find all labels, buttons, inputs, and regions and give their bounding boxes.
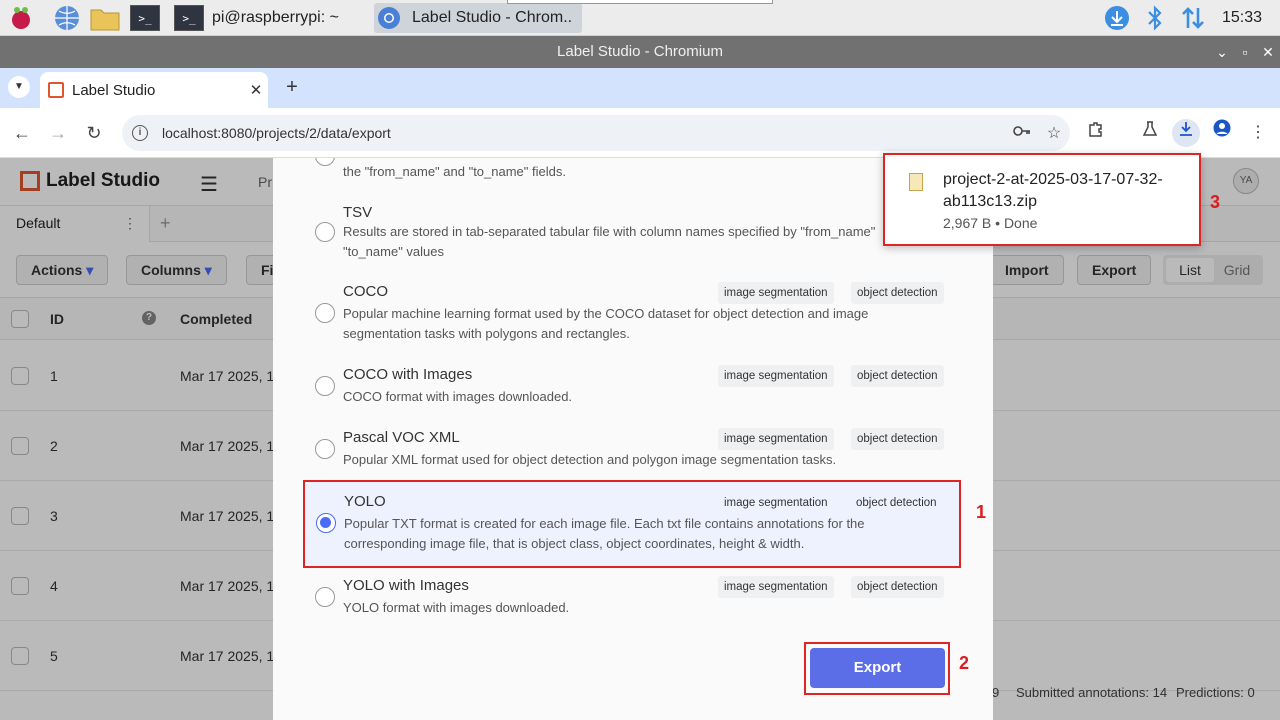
terminal-icon: >_	[130, 5, 160, 31]
format-radio[interactable]	[315, 303, 335, 323]
clock: 15:33	[1221, 9, 1262, 26]
download-bubble: project-2-at-2025-03-17-07-32-ab113c13.z…	[883, 153, 1201, 246]
taskbar-chromium-window[interactable]: Label Studio - Chrom..	[374, 3, 583, 33]
tag-object-detection: object detection	[856, 497, 937, 509]
download-status: 2,967 B • Done	[943, 215, 1038, 231]
taskbar-terminal-window[interactable]: >_ pi@raspberrypi: ~	[174, 3, 339, 33]
format-description: Popular machine learning format used by …	[343, 306, 869, 341]
url-text[interactable]: localhost:8080/projects/2/data/export	[162, 125, 1006, 141]
format-description: YOLO format with images downloaded.	[343, 600, 570, 615]
format-title: COCO	[343, 283, 388, 300]
annotation-marker-2: 2	[959, 653, 970, 673]
bookmark-star-icon[interactable]: ☆	[1038, 123, 1070, 143]
close-window-icon[interactable]: ✕	[1257, 36, 1279, 68]
browser-menu-icon[interactable]: ⋮	[1244, 119, 1272, 147]
tab-search-chevron-icon[interactable]: ▼	[8, 76, 30, 98]
zip-file-icon	[909, 173, 923, 191]
format-title: COCO with Images	[343, 366, 473, 383]
taskbar-terminal-label: pi@raspberrypi: ~	[212, 9, 339, 26]
tag-object-detection: object detection	[851, 428, 944, 450]
format-description: Results are stored in tab-separated tabu…	[343, 224, 876, 259]
back-arrow-icon[interactable]: ←	[10, 121, 34, 145]
tab-strip: ▼ Label Studio ✕ +	[0, 68, 1280, 108]
format-description: Popular XML format used for object detec…	[343, 452, 837, 467]
profile-avatar-icon[interactable]	[1208, 119, 1236, 147]
browser-toolbar: ← → ↻ i localhost:8080/projects/2/data/e…	[0, 108, 1280, 158]
format-radio[interactable]	[315, 222, 335, 242]
format-description: Popular TXT format is created for each i…	[344, 516, 865, 551]
reload-icon[interactable]: ↻	[82, 121, 106, 145]
format-title: YOLO with Images	[343, 577, 469, 594]
taskbar-tooltip-edge	[507, 0, 773, 4]
terminal-icon: >_	[174, 5, 204, 31]
forward-arrow-icon[interactable]: →	[46, 121, 70, 145]
tag-image-segmentation: image segmentation	[718, 282, 834, 304]
format-radio[interactable]	[315, 158, 335, 166]
tag-object-detection: object detection	[851, 576, 944, 598]
tag-image-segmentation: image segmentation	[718, 576, 834, 598]
globe-icon	[52, 3, 82, 33]
os-taskbar: >_ >_ pi@raspberrypi: ~ Label Studio - C…	[0, 0, 1280, 36]
chromium-icon	[374, 3, 404, 33]
file-manager-launcher[interactable]	[90, 3, 120, 33]
terminal-launcher[interactable]: >_	[130, 3, 160, 33]
tab-title: Label Studio	[72, 81, 156, 99]
taskbar-chromium-label: Label Studio - Chrom..	[412, 9, 573, 26]
tag-image-segmentation: image segmentation	[718, 365, 834, 387]
download-tray-icon[interactable]	[1102, 3, 1132, 33]
bluetooth-icon[interactable]	[1140, 3, 1170, 33]
site-info-icon[interactable]: i	[132, 125, 148, 141]
minimize-icon[interactable]: ⌄	[1211, 36, 1233, 68]
network-updown-icon[interactable]	[1178, 3, 1208, 33]
tag-object-detection: object detection	[851, 282, 944, 304]
new-tab-plus-icon[interactable]: +	[280, 76, 304, 100]
downloads-icon[interactable]	[1172, 119, 1200, 147]
raspberry-icon	[6, 3, 36, 33]
format-title: YOLO	[344, 493, 386, 510]
labs-flask-icon[interactable]	[1136, 119, 1164, 147]
format-radio[interactable]	[315, 376, 335, 396]
tag-image-segmentation: image segmentation	[724, 497, 828, 509]
format-option-yolo[interactable]: YOLO Popular TXT format is created for e…	[303, 480, 961, 568]
annotation-marker-3: 3	[1210, 192, 1221, 212]
format-radio[interactable]	[315, 439, 335, 459]
folder-icon	[90, 3, 120, 33]
format-description: COCO format with images downloaded.	[343, 389, 573, 404]
tag-object-detection: object detection	[851, 365, 944, 387]
extensions-puzzle-icon[interactable]	[1082, 119, 1110, 147]
download-filename[interactable]: project-2-at-2025-03-17-07-32-ab113c13.z…	[943, 169, 1183, 213]
window-titlebar: Label Studio - Chromium ⌄ ▫ ✕	[0, 36, 1280, 68]
export-button[interactable]: Export	[810, 648, 945, 688]
password-key-icon[interactable]	[1006, 124, 1038, 142]
format-radio[interactable]	[315, 587, 335, 607]
format-description: the "from_name" and "to_name" fields.	[343, 164, 566, 179]
maximize-icon[interactable]: ▫	[1234, 36, 1256, 68]
address-bar[interactable]: i localhost:8080/projects/2/data/export …	[122, 115, 1070, 151]
window-title: Label Studio - Chromium	[557, 43, 723, 60]
web-browser-launcher[interactable]	[52, 3, 82, 33]
format-title: Pascal VOC XML	[343, 429, 460, 446]
tab-close-icon[interactable]: ✕	[244, 81, 268, 99]
annotation-marker-1: 1	[976, 502, 987, 522]
tag-image-segmentation: image segmentation	[718, 428, 834, 450]
label-studio-favicon-icon	[48, 82, 64, 98]
raspberry-menu-button[interactable]	[6, 3, 36, 33]
browser-tab[interactable]: Label Studio ✕	[40, 72, 268, 108]
format-title: TSV	[343, 204, 373, 221]
format-radio-selected[interactable]	[316, 513, 336, 533]
